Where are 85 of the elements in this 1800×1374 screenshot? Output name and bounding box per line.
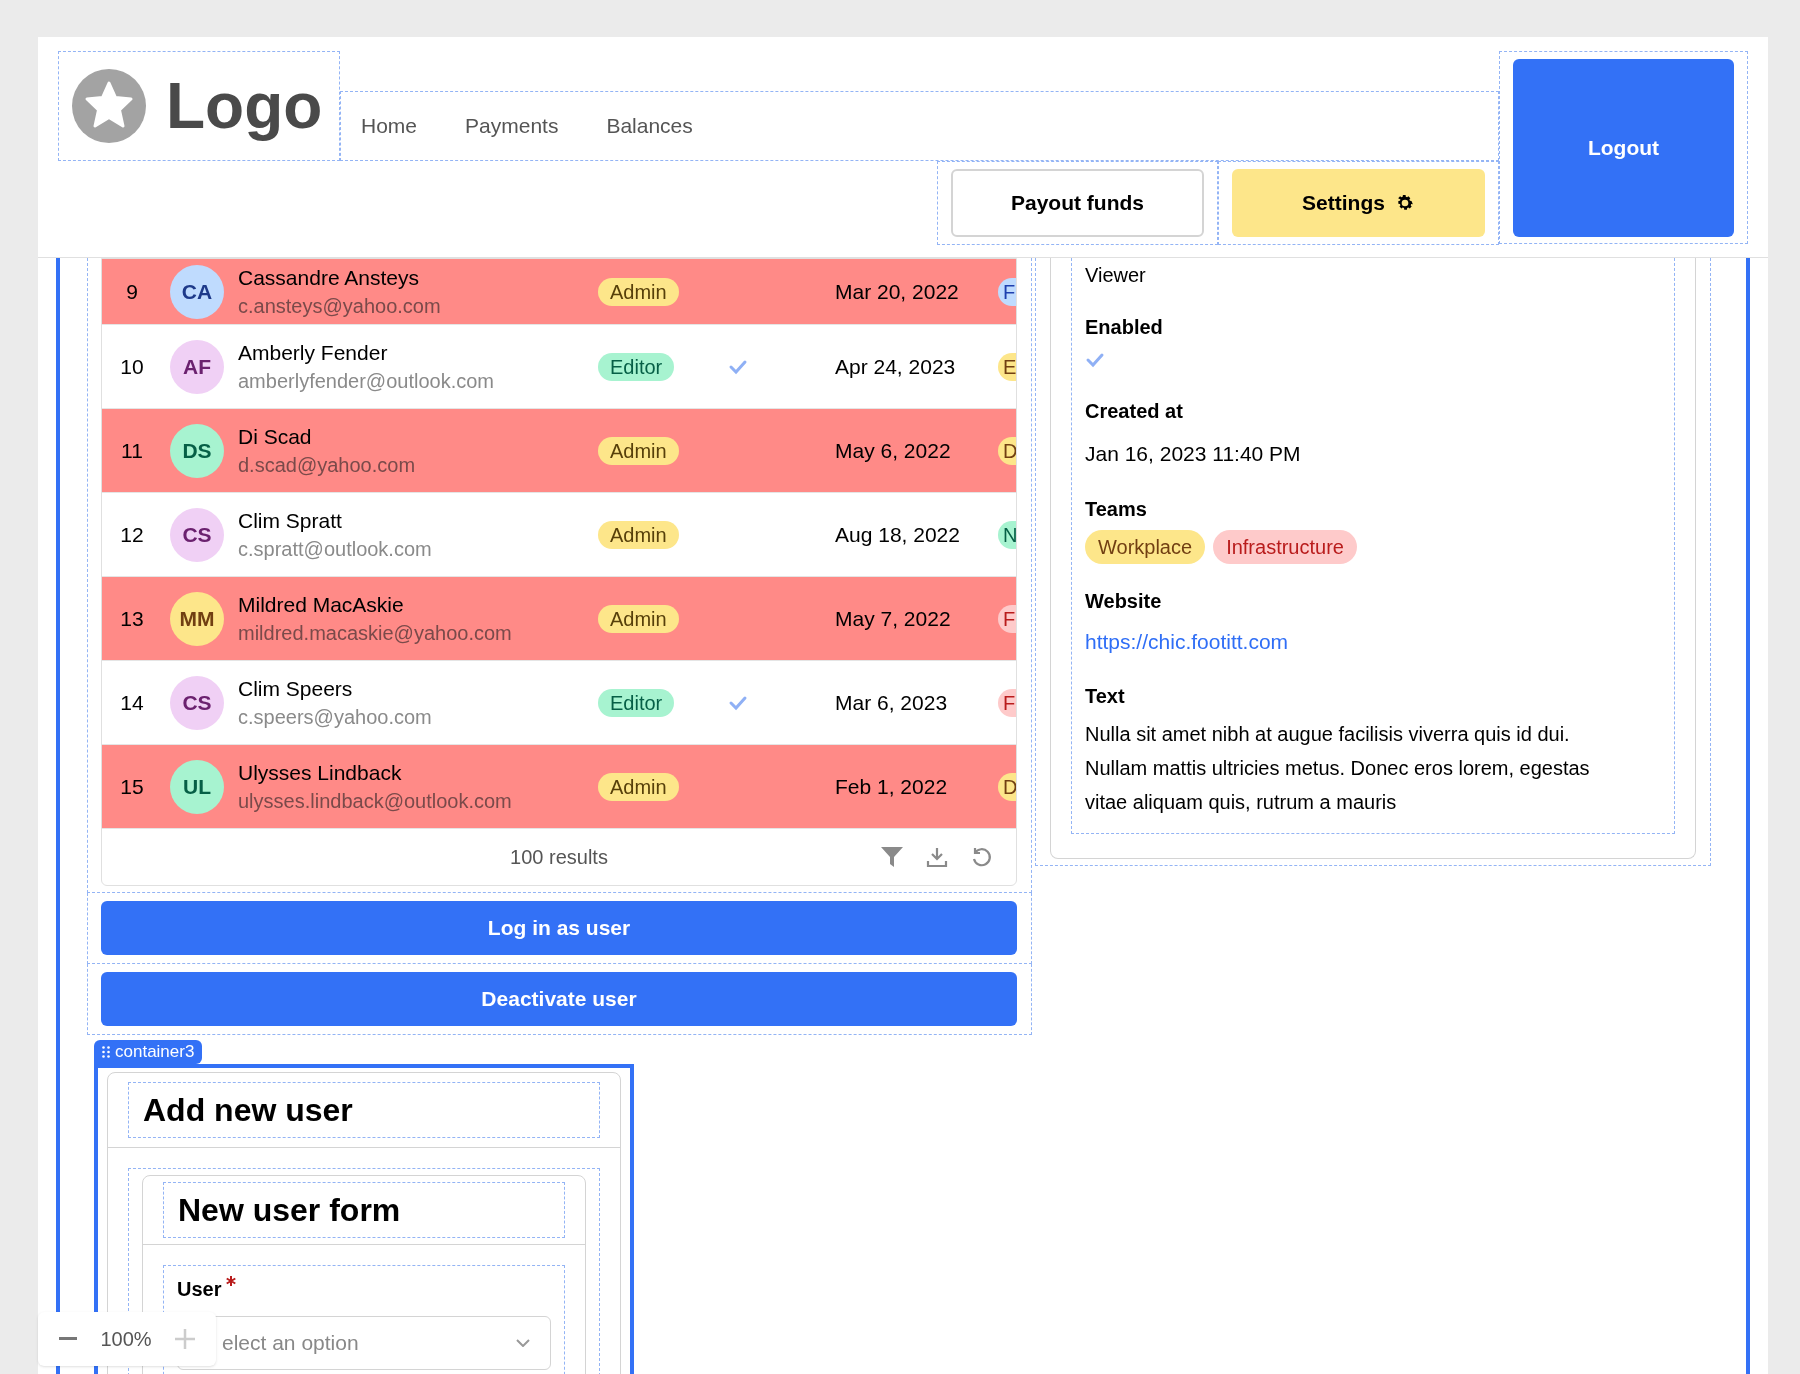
row-number: 15 [120, 773, 144, 800]
team-tag: E [998, 352, 1016, 381]
user-email: amberlyfender@outlook.com [238, 368, 495, 394]
filter-icon[interactable] [880, 846, 904, 868]
user-email: c.ansteys@yahoo.com [238, 293, 442, 319]
avatar: CS [170, 507, 224, 562]
team-tag: N [998, 520, 1016, 549]
row-number: 9 [126, 278, 138, 305]
row-number: 12 [120, 521, 144, 548]
role-tag: Admin [598, 520, 679, 549]
logout-button[interactable]: Logout [1513, 59, 1734, 237]
date-text: Apr 24, 2023 [835, 354, 956, 378]
team-tag: F [998, 277, 1016, 306]
avatar: CA [170, 264, 224, 319]
field-label: Website [1085, 588, 1163, 614]
team-tag: F [998, 688, 1016, 717]
drag-handle-icon [102, 1046, 110, 1058]
date-text: Mar 6, 2023 [835, 690, 948, 714]
user-name: Clim Speers [238, 675, 354, 702]
user-name: Clim Spratt [238, 507, 343, 534]
avatar: UL [170, 759, 224, 814]
team-tag: D [998, 772, 1016, 801]
payout-button[interactable]: Payout funds [951, 169, 1204, 237]
date-text: Aug 18, 2022 [835, 522, 960, 546]
user-name: Mildred MacAskie [238, 591, 405, 618]
field-label: Created at [1085, 399, 1184, 424]
deactivate-user-button[interactable]: Deactivate user [101, 972, 1017, 1026]
row-number: 11 [121, 437, 143, 464]
table-row[interactable]: 13 MM Mildred MacAskie mildred.macaskie@yahoo.com Admin May 7, 2022 F [102, 577, 1016, 661]
table-row[interactable]: 9 CA Cassandre Ansteys c.ansteys@yahoo.com Admin Mar 20, 2022 F [102, 259, 1016, 325]
team-tag: Infrastructure [1213, 529, 1357, 564]
user-email: d.scad@yahoo.com [238, 452, 417, 478]
card-title: Add new user [143, 1091, 353, 1130]
refresh-icon[interactable] [970, 846, 992, 868]
avatar: AF [170, 339, 224, 394]
role-tag: Admin [598, 436, 679, 465]
field-label: User [177, 1277, 222, 1302]
avatar: DS [170, 423, 224, 478]
website-link[interactable]: https://chic.footitt.com [1085, 625, 1661, 657]
role-tag: Admin [598, 604, 679, 633]
row-number: 10 [120, 353, 144, 380]
nav-link[interactable]: Balances [606, 110, 693, 142]
created-value: Jan 16, 2023 11:40 PM [1085, 441, 1302, 467]
zoom-out-icon[interactable] [59, 1337, 78, 1341]
container-label[interactable]: container3 [94, 1040, 203, 1064]
role-tag: Editor [598, 688, 675, 717]
zoom-level: 100% [100, 1327, 152, 1352]
date-text: Feb 1, 2022 [835, 774, 948, 798]
text-paragraph: Nulla sit amet nibh at augue facilisis viverra quis id dui. Nullam mattis ultricies metus. Donec eros lorem, egestas vitae aliquam quis, rutrum a mauris [1085, 722, 1591, 815]
form-title: New user form [178, 1191, 401, 1230]
field-label: Text [1085, 684, 1126, 709]
user-name: Di Scad [238, 423, 313, 450]
nav-link[interactable]: Home [361, 110, 418, 142]
user-name: Amberly Fender [238, 339, 389, 366]
team-tag: D [998, 436, 1016, 465]
date-text: May 7, 2022 [835, 606, 951, 630]
table-row[interactable]: 11 DS Di Scad d.scad@yahoo.com Admin May 6, 2022 D [102, 409, 1016, 493]
settings-button[interactable]: Settings [1232, 169, 1485, 237]
user-email: ulysses.lindback@outlook.com [238, 788, 513, 814]
user-name: Cassandre Ansteys [238, 264, 420, 291]
date-text: May 6, 2022 [835, 438, 951, 462]
user-name: Ulysses Lindback [238, 759, 403, 786]
star-logo-icon [72, 69, 146, 143]
field-label: Enabled [1085, 315, 1164, 340]
role-value: Viewer [1085, 263, 1147, 288]
user-email: c.spratt@outlook.com [238, 536, 433, 562]
team-tag: F [998, 604, 1016, 633]
user-email: mildred.macaskie@yahoo.com [238, 620, 513, 646]
download-icon[interactable] [926, 846, 948, 868]
field-label: Teams [1085, 496, 1148, 522]
avatar: CS [170, 675, 224, 730]
nav-link[interactable]: Payments [465, 110, 559, 142]
role-tag: Admin [598, 772, 679, 801]
team-tag: Workplace [1085, 529, 1206, 564]
date-text: Mar 20, 2022 [835, 279, 959, 303]
chevron-down-icon [516, 1339, 530, 1347]
row-number: 13 [120, 605, 144, 632]
login-as-user-button[interactable]: Log in as user [101, 901, 1017, 955]
user-email: c.speers@yahoo.com [238, 704, 433, 730]
role-tag: Editor [598, 352, 675, 381]
avatar: MM [170, 591, 224, 646]
role-tag: Admin [598, 277, 679, 306]
results-count: 100 results [510, 845, 608, 870]
table-row[interactable]: 15 UL Ulysses Lindback ulysses.lindback@outlook.com Admin Feb 1, 2022 D [102, 745, 1016, 829]
row-number: 14 [120, 689, 144, 716]
